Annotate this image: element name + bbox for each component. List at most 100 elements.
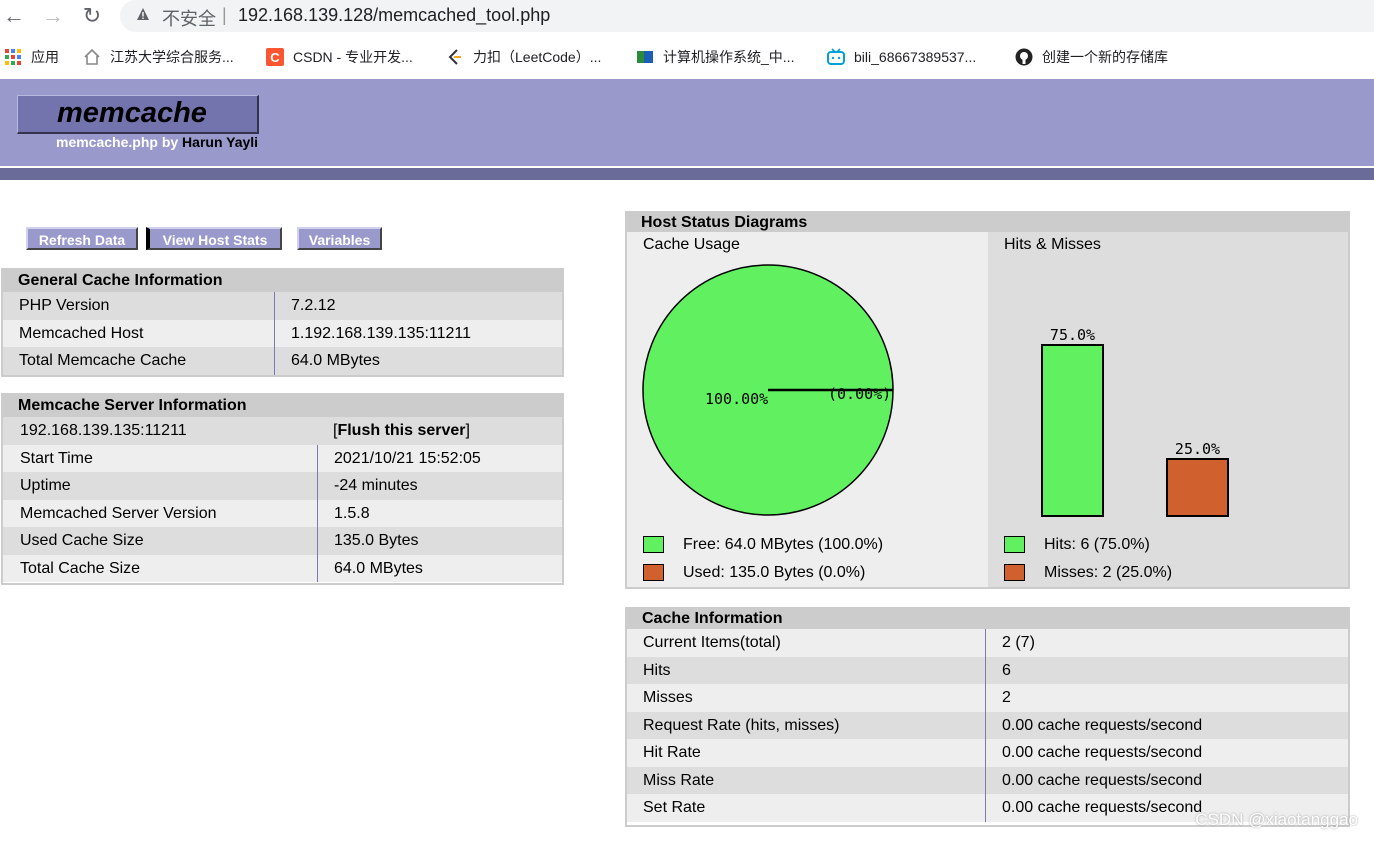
bookmark-label: 创建一个新的存储库 bbox=[1042, 49, 1168, 65]
row-key: Start Time bbox=[3, 444, 318, 472]
bilibili-icon bbox=[827, 48, 845, 66]
refresh-data-button[interactable]: Refresh Data bbox=[26, 227, 138, 250]
apps-grid-icon bbox=[4, 48, 22, 66]
row-key: Request Rate (hits, misses) bbox=[627, 711, 986, 739]
table-row: Miss Rate 0.00 cache requests/second bbox=[627, 766, 1348, 794]
row-key: PHP Version bbox=[3, 292, 275, 320]
row-key: Set Rate bbox=[627, 794, 986, 822]
cache-info-table: Cache Information Current Items(total) 2… bbox=[625, 607, 1350, 827]
row-value: 2 bbox=[1002, 689, 1011, 706]
bar-hits bbox=[1041, 344, 1104, 517]
row-value: 0.00 cache requests/second bbox=[1002, 744, 1203, 761]
table-row: Used Cache Size 135.0 Bytes bbox=[3, 527, 562, 555]
bookmark-leetcode[interactable]: 力扣（LeetCode）... bbox=[446, 47, 601, 67]
svg-text:C: C bbox=[270, 50, 280, 65]
csdn-icon: C bbox=[266, 48, 284, 66]
bar-label-misses: 25.0% bbox=[1175, 440, 1220, 458]
pie-label-free: 100.00% bbox=[705, 390, 768, 408]
row-value: 0.00 cache requests/second bbox=[1002, 716, 1203, 734]
table-row: Uptime -24 minutes bbox=[3, 472, 562, 500]
row-key: Total Cache Size bbox=[3, 554, 318, 582]
table-row: Total Memcache Cache 64.0 MBytes bbox=[3, 347, 562, 375]
table-row: PHP Version 7.2.12 bbox=[3, 292, 562, 320]
hits-misses-label: Hits & Misses bbox=[1004, 236, 1101, 253]
header-bar bbox=[0, 168, 1374, 180]
reload-icon[interactable]: ↻ bbox=[80, 4, 104, 28]
row-key: Current Items(total) bbox=[627, 629, 986, 657]
general-cache-info-table: General Cache Information PHP Version 7.… bbox=[1, 268, 564, 377]
variables-button[interactable]: Variables bbox=[297, 227, 382, 250]
author-name: Harun Yayli bbox=[182, 134, 259, 150]
url-separator: | bbox=[222, 5, 227, 25]
insecure-label[interactable]: 不安全 bbox=[162, 5, 216, 31]
legend-free: Free: 64.0 MBytes (100.0%) bbox=[683, 536, 884, 553]
bookmark-label: 力扣（LeetCode）... bbox=[473, 49, 602, 65]
row-value: 64.0 MBytes bbox=[291, 352, 380, 369]
home-icon bbox=[83, 48, 101, 66]
legend-swatch-used bbox=[643, 564, 664, 581]
bookmark-os[interactable]: 计算机操作系统_中... bbox=[636, 47, 794, 67]
table-row: 192.168.139.135:11211 [Flush this server… bbox=[3, 417, 562, 445]
bracket: ] bbox=[465, 422, 470, 439]
warning-icon[interactable] bbox=[136, 7, 150, 21]
legend-swatch-free bbox=[643, 536, 664, 553]
row-value: 1.192.168.139.135:11211 bbox=[291, 324, 472, 342]
bookmark-label: 计算机操作系统_中... bbox=[663, 49, 795, 65]
table-row: Memcached Server Version 1.5.8 bbox=[3, 499, 562, 527]
bookmark-github[interactable]: 创建一个新的存储库 bbox=[1015, 47, 1168, 67]
row-value: 1.5.8 bbox=[334, 504, 370, 522]
bar-misses bbox=[1166, 458, 1229, 517]
bookmark-ujs[interactable]: 江苏大学综合服务... bbox=[83, 47, 234, 67]
table-title: Memcache Server Information bbox=[3, 395, 562, 417]
flush-server-cell: [Flush this server] bbox=[318, 417, 470, 445]
server-info-table: Memcache Server Information 192.168.139.… bbox=[1, 393, 564, 585]
legend-used: Used: 135.0 Bytes (0.0%) bbox=[683, 564, 866, 581]
legend-swatch-hits bbox=[1004, 536, 1025, 553]
table-row: Start Time 2021/10/21 15:52:05 bbox=[3, 444, 562, 472]
table-row: Memcached Host 1.192.168.139.135:11211 bbox=[3, 319, 562, 347]
table-row: Misses 2 bbox=[627, 684, 1348, 712]
bookmark-label: bili_68667389537... bbox=[854, 49, 977, 65]
row-value: 135.0 Bytes bbox=[334, 532, 419, 549]
logo-subtitle: memcache.php by Harun Yayli bbox=[56, 134, 258, 150]
table-row: Request Rate (hits, misses) 0.00 cache r… bbox=[627, 711, 1348, 739]
flush-server-link[interactable]: Flush this server bbox=[337, 422, 465, 439]
bookmark-csdn[interactable]: C CSDN - 专业开发... bbox=[266, 47, 413, 67]
diagrams-title: Host Status Diagrams bbox=[627, 213, 1348, 232]
url-text[interactable]: 192.168.139.128/memcached_tool.php bbox=[238, 5, 550, 26]
row-key: Hit Rate bbox=[627, 739, 986, 767]
book-icon bbox=[636, 48, 654, 66]
row-key: Total Memcache Cache bbox=[3, 347, 275, 375]
row-value: 0.00 cache requests/second bbox=[1002, 799, 1203, 816]
leetcode-icon bbox=[446, 48, 464, 66]
row-key: Misses bbox=[627, 684, 986, 712]
table-title: Cache Information bbox=[627, 609, 1348, 629]
bookmark-label: 应用 bbox=[31, 49, 59, 65]
row-value: 2021/10/21 15:52:05 bbox=[334, 449, 481, 467]
bookmark-label: CSDN - 专业开发... bbox=[293, 49, 413, 65]
table-row: Hit Rate 0.00 cache requests/second bbox=[627, 739, 1348, 767]
subtitle-prefix: memcache.php by bbox=[56, 134, 183, 150]
row-value: 2 (7) bbox=[1002, 634, 1035, 651]
server-host: 192.168.139.135:11211 bbox=[20, 422, 187, 439]
row-key: Hits bbox=[627, 656, 986, 684]
view-host-stats-button[interactable]: View Host Stats bbox=[146, 227, 282, 250]
row-value: 0.00 cache requests/second bbox=[1002, 771, 1203, 789]
row-key: Memcached Host bbox=[3, 319, 275, 347]
table-title: General Cache Information bbox=[3, 270, 562, 292]
pie-label-used: (0.00%) bbox=[828, 385, 891, 403]
table-row: Total Cache Size 64.0 MBytes bbox=[3, 554, 562, 582]
row-key: Memcached Server Version bbox=[3, 499, 318, 527]
bookmark-bili[interactable]: bili_68667389537... bbox=[827, 47, 976, 67]
github-icon bbox=[1015, 48, 1033, 66]
bookmark-label: 江苏大学综合服务... bbox=[110, 49, 234, 65]
row-value: 6 bbox=[1002, 661, 1011, 679]
row-key: Uptime bbox=[3, 472, 318, 500]
back-icon[interactable]: ← bbox=[2, 4, 26, 28]
bar-label-hits: 75.0% bbox=[1050, 326, 1095, 344]
legend-hits: Hits: 6 (75.0%) bbox=[1044, 536, 1150, 553]
table-row: Hits 6 bbox=[627, 656, 1348, 684]
row-key: Used Cache Size bbox=[3, 527, 318, 555]
forward-icon[interactable]: → bbox=[41, 4, 65, 28]
bookmark-apps[interactable]: 应用 bbox=[4, 47, 59, 67]
